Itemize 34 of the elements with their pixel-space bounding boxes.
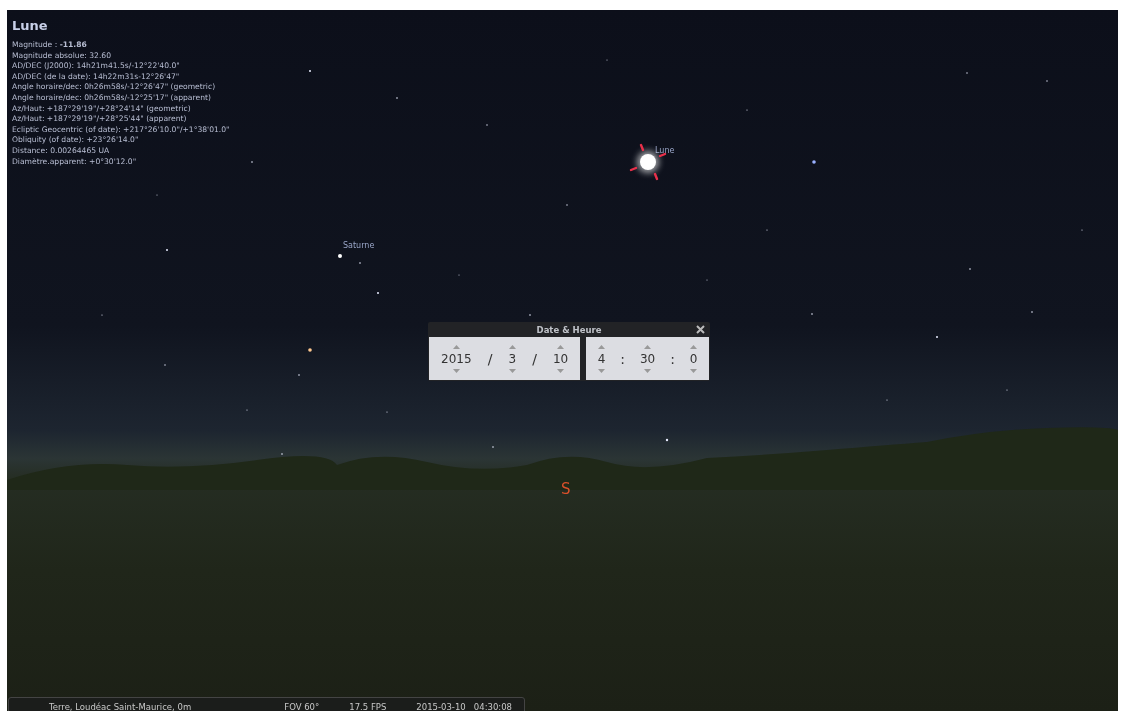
moon-icon (640, 154, 656, 170)
separator: / (532, 350, 537, 367)
down-arrow-icon[interactable] (644, 368, 652, 373)
object-label: Saturne (343, 241, 375, 250)
down-arrow-icon[interactable] (598, 368, 606, 373)
spin-field[interactable]: 3 (508, 351, 517, 366)
down-arrow-icon[interactable] (508, 368, 516, 373)
down-arrow-icon[interactable] (557, 368, 565, 373)
up-arrow-icon[interactable] (557, 344, 565, 349)
fov-text: FOV 60° (284, 702, 320, 711)
object-title: Lune (12, 18, 49, 33)
spin-field[interactable]: 2015 (441, 351, 472, 366)
up-arrow-icon[interactable] (452, 344, 460, 349)
spin-field[interactable]: 30 (640, 351, 656, 366)
up-arrow-icon[interactable] (690, 344, 698, 349)
spin-field[interactable]: 0 (689, 351, 698, 366)
object-label: Lune (655, 146, 675, 155)
fps-text: 17.5 FPS (349, 702, 387, 711)
down-arrow-icon[interactable] (690, 368, 698, 373)
up-arrow-icon[interactable] (598, 344, 606, 349)
spin-field[interactable]: 4 (597, 351, 606, 366)
location-text: Terre, Loudéac Saint-Maurice, 0m (49, 702, 192, 711)
up-arrow-icon[interactable] (508, 344, 516, 349)
close-icon[interactable] (696, 325, 705, 334)
date-time-text: 2015-03-10 04:30:08 (416, 702, 512, 711)
compass-label: S (561, 480, 571, 498)
dialog-title: Date & Heure (536, 324, 602, 335)
down-arrow-icon[interactable] (452, 368, 460, 373)
up-arrow-icon[interactable] (644, 344, 652, 349)
separator: : (620, 350, 626, 367)
planet-icon (337, 253, 343, 259)
spin-field[interactable]: 10 (552, 351, 569, 366)
separator: : (670, 350, 675, 367)
separator: / (487, 350, 493, 367)
